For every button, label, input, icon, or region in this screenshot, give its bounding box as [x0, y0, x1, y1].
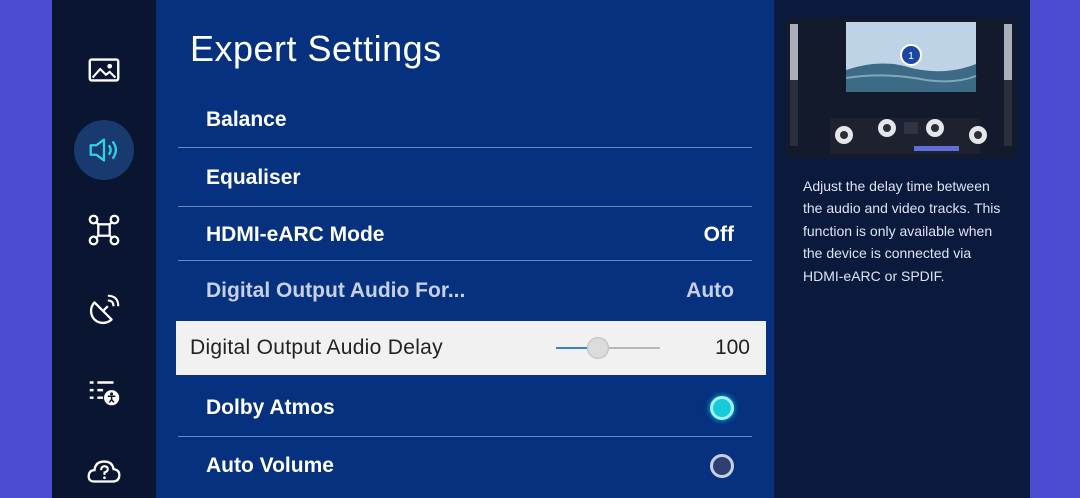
- menu-item-digital-output-audio-delay[interactable]: Digital Output Audio Delay 100: [176, 321, 766, 375]
- info-description: Adjust the delay time between the audio …: [803, 178, 1001, 284]
- sound-icon: [89, 138, 118, 162]
- menu-item-auto-volume[interactable]: Auto Volume: [178, 438, 752, 494]
- menu-item-label: HDMI-eARC Mode: [206, 223, 385, 246]
- divider: [178, 260, 752, 261]
- preview-badge-text: 1: [908, 51, 914, 62]
- speaker-setup-illustration: 1: [786, 18, 1016, 158]
- menu-item-hdmi-earc-mode[interactable]: HDMI-eARC Mode Off: [178, 207, 752, 263]
- accessibility-icon: [89, 381, 120, 406]
- toggle-on-indicator[interactable]: [710, 396, 734, 420]
- menu-item-value: Off: [703, 223, 734, 246]
- sidebar-item-picture[interactable]: [74, 40, 134, 100]
- menu-item-label: Equaliser: [206, 166, 301, 189]
- menu-item-label: Balance: [206, 108, 287, 131]
- connection-icon: [88, 214, 120, 246]
- settings-panel: Expert Settings Balance Equaliser HDMI-e…: [156, 0, 774, 498]
- toggle-off-indicator[interactable]: [710, 454, 734, 478]
- menu-item-value: 100: [714, 336, 750, 359]
- menu-item-dolby-atmos[interactable]: Dolby Atmos: [178, 380, 752, 436]
- delay-slider[interactable]: [556, 337, 660, 359]
- menu-item-digital-output-audio-format[interactable]: Digital Output Audio For... Auto: [178, 263, 752, 319]
- sidebar-item-broadcast[interactable]: [74, 280, 134, 340]
- slider-knob[interactable]: [587, 337, 609, 359]
- info-area: 1 Adjust the delay time between the audi…: [774, 0, 1030, 498]
- menu-item-balance[interactable]: Balance: [178, 92, 752, 148]
- picture-icon: [88, 58, 120, 82]
- menu-item-label: Dolby Atmos: [206, 396, 335, 419]
- menu-item-label: Auto Volume: [206, 454, 334, 477]
- menu-item-label: Digital Output Audio Delay: [190, 336, 443, 359]
- sidebar-item-support[interactable]: [74, 442, 134, 498]
- menu-item-equaliser[interactable]: Equaliser: [178, 150, 752, 206]
- sidebar: [52, 0, 156, 498]
- divider: [178, 436, 752, 437]
- tv-screen: Expert Settings Balance Equaliser HDMI-e…: [52, 0, 1030, 498]
- divider: [178, 147, 752, 148]
- menu-item-value: Auto: [686, 279, 734, 302]
- sidebar-item-sound[interactable]: [74, 120, 134, 180]
- sidebar-item-accessibility[interactable]: [74, 362, 134, 422]
- broadcast-icon: [89, 294, 120, 325]
- menu-item-label: Digital Output Audio For...: [206, 279, 466, 302]
- support-icon: [87, 460, 121, 483]
- sidebar-item-connection[interactable]: [74, 200, 134, 260]
- page-title: Expert Settings: [190, 28, 442, 69]
